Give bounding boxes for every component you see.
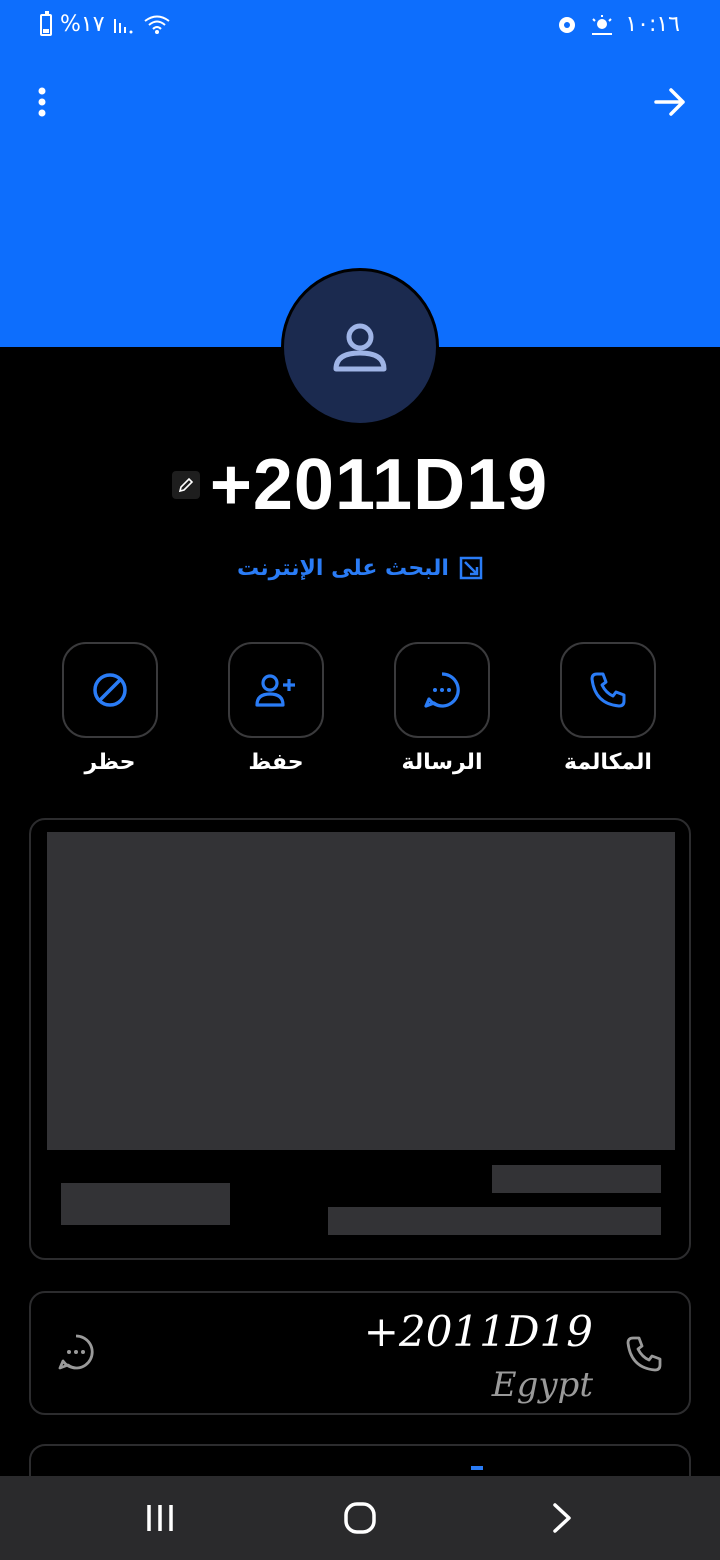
- call-button[interactable]: [560, 642, 656, 738]
- status-bar: %١٧ ١٠:١٦: [0, 0, 720, 56]
- call-action[interactable]: المكالمة: [543, 642, 673, 775]
- block-action[interactable]: حظر: [45, 642, 175, 775]
- external-link-icon: [459, 556, 483, 580]
- wifi-icon: [143, 15, 170, 34]
- recent-apps-button[interactable]: [130, 1494, 190, 1542]
- quick-actions: حظر حفظ الرسالة المكالمة: [0, 642, 720, 782]
- phone-entry-country: Egypt: [491, 1365, 593, 1405]
- battery-percent: %١٧: [60, 12, 105, 37]
- home-button[interactable]: [330, 1494, 390, 1542]
- pencil-icon: [178, 477, 193, 493]
- back-nav-button[interactable]: [532, 1494, 592, 1542]
- button-placeholder: [61, 1183, 230, 1225]
- call-label: المكالمة: [564, 750, 652, 775]
- text-placeholder: [492, 1165, 661, 1193]
- battery-icon: [40, 10, 52, 36]
- save-label: حفظ: [248, 750, 304, 775]
- clock: ١٠:١٦: [625, 12, 680, 37]
- recents-icon: [147, 1505, 173, 1531]
- add-contact-icon: [255, 674, 295, 707]
- back-button[interactable]: [646, 78, 694, 126]
- call-icon: [626, 1336, 662, 1372]
- save-action[interactable]: حفظ: [211, 642, 341, 775]
- chevron-right-icon: [553, 1503, 571, 1533]
- person-icon: [333, 323, 387, 372]
- message-action[interactable]: الرسالة: [377, 642, 507, 775]
- home-icon: [344, 1502, 376, 1534]
- block-icon: [93, 673, 127, 707]
- arrow-right-icon: [654, 88, 685, 116]
- message-button[interactable]: [394, 642, 490, 738]
- phone-entry-message-button[interactable]: [57, 1333, 95, 1375]
- phone-entry-number: +2011D19: [363, 1307, 593, 1356]
- record-icon: [559, 16, 576, 33]
- navigation-bar: [0, 1476, 720, 1560]
- edit-button[interactable]: [171, 471, 200, 499]
- web-search-label: البحث على الإنترنت: [237, 555, 449, 581]
- contact-number-row: +2011D19: [0, 440, 720, 530]
- info-card: [29, 818, 691, 1260]
- block-label: حظر: [84, 750, 136, 775]
- message-icon: [424, 672, 460, 708]
- message-label: الرسالة: [401, 750, 483, 775]
- save-button[interactable]: [228, 642, 324, 738]
- phone-entry-call-button[interactable]: [625, 1335, 663, 1377]
- more-vert-icon: [38, 87, 46, 117]
- phone-entry-card[interactable]: +2011D19 Egypt: [29, 1291, 691, 1415]
- contact-avatar: [281, 268, 439, 426]
- status-right: ١٠:١٦: [557, 12, 680, 37]
- more-options-button[interactable]: [18, 78, 66, 126]
- message-icon: [58, 1334, 94, 1370]
- image-placeholder: [47, 832, 675, 1150]
- weather-icon: [592, 14, 613, 35]
- contact-number: +2011D19: [209, 445, 549, 525]
- signal-icon: [113, 18, 133, 33]
- status-left: %١٧: [40, 10, 171, 37]
- call-icon: [590, 672, 626, 708]
- accent-mark: [471, 1466, 483, 1470]
- block-button[interactable]: [62, 642, 158, 738]
- web-search-link[interactable]: البحث على الإنترنت: [0, 550, 720, 586]
- text-placeholder: [328, 1207, 661, 1235]
